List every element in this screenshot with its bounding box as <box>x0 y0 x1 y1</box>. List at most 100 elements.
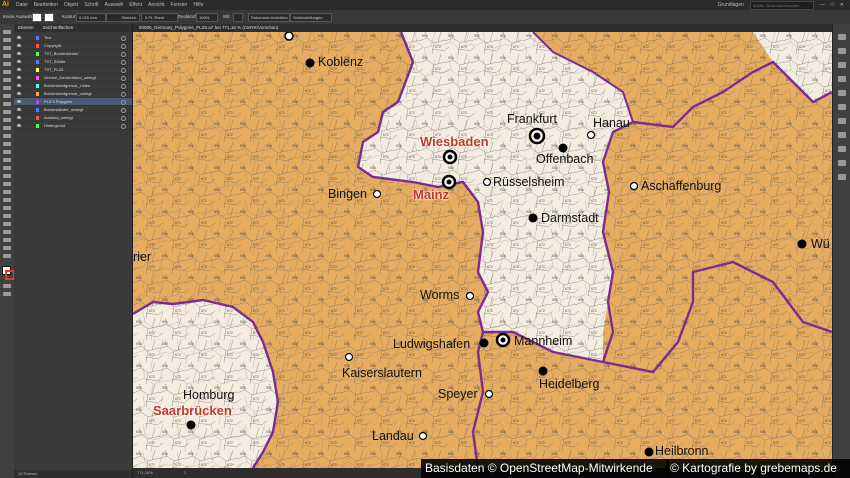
direct-selection-tool-icon[interactable] <box>3 38 11 42</box>
city-dot[interactable] <box>305 58 315 68</box>
layer-row[interactable]: Text <box>14 34 132 42</box>
gradient-tool-icon[interactable] <box>3 190 11 194</box>
symbol-sprayer-tool-icon[interactable] <box>3 214 11 218</box>
slice-tool-icon[interactable] <box>3 238 11 242</box>
target-circle-icon[interactable] <box>121 52 126 57</box>
lasso-tool-icon[interactable] <box>3 54 11 58</box>
stroke-profile-select[interactable]: Gleichm. <box>106 13 140 22</box>
visibility-eye-icon[interactable] <box>17 116 21 119</box>
stock-search-input[interactable]: Adobe Stock durchsuchen <box>749 1 814 10</box>
artboard-number[interactable]: 1 <box>154 470 186 475</box>
stroke-swatch[interactable] <box>44 13 54 22</box>
close-icon[interactable]: ✕ <box>840 0 844 10</box>
city-dot[interactable] <box>484 389 494 399</box>
layer-row[interactable]: Hintergrund <box>14 122 132 130</box>
transparency-panel-icon[interactable] <box>838 146 846 152</box>
appearance-panel-icon[interactable] <box>838 160 846 166</box>
visibility-eye-icon[interactable] <box>17 92 21 95</box>
visibility-eye-icon[interactable] <box>17 124 21 127</box>
draw-mode-icon[interactable] <box>3 284 11 288</box>
document-setup-button[interactable]: Dokument einrichten <box>248 13 290 22</box>
city-dot[interactable] <box>418 431 428 441</box>
menu-item-select[interactable]: Auswahl <box>105 0 124 10</box>
target-circle-icon[interactable] <box>121 76 126 81</box>
visibility-eye-icon[interactable] <box>17 76 21 79</box>
target-circle-icon[interactable] <box>121 108 126 113</box>
maximize-icon[interactable]: □ <box>831 0 834 10</box>
city-dot[interactable] <box>797 239 807 249</box>
layer-row[interactable]: Bundesländer_umlegt <box>14 106 132 114</box>
color-panel-icon[interactable] <box>838 62 846 68</box>
minimize-icon[interactable]: — <box>820 0 825 10</box>
layer-row[interactable]: Bundeslandgrenze_umlegt <box>14 90 132 98</box>
zoom-level[interactable]: 771,16% <box>133 470 153 475</box>
city-dot[interactable] <box>479 338 489 348</box>
visibility-eye-icon[interactable] <box>17 52 21 55</box>
scale-tool-icon[interactable] <box>3 142 11 146</box>
rotate-tool-icon[interactable] <box>3 134 11 138</box>
city-dot[interactable] <box>344 352 354 362</box>
menu-item-view[interactable]: Ansicht <box>148 0 164 10</box>
menu-item-help[interactable]: Hilfe <box>193 0 203 10</box>
menu-item-effect[interactable]: Effekt <box>129 0 142 10</box>
brushes-panel-icon[interactable] <box>838 90 846 96</box>
preferences-button[interactable]: Voreinstellungen <box>290 13 332 22</box>
gradient-panel-icon[interactable] <box>838 132 846 138</box>
menu-item-window[interactable]: Fenster <box>171 0 188 10</box>
city-dot[interactable] <box>465 291 475 301</box>
layer-row[interactable]: Grenze_Deutschland_umlegt <box>14 74 132 82</box>
shaper-tool-icon[interactable] <box>3 110 11 114</box>
visibility-eye-icon[interactable] <box>17 100 21 103</box>
city-dot[interactable] <box>284 32 294 41</box>
type-tool-icon[interactable] <box>3 78 11 82</box>
menu-item-object[interactable]: Objekt <box>64 0 78 10</box>
eyedropper-tool-icon[interactable] <box>3 198 11 202</box>
eraser-tool-icon[interactable] <box>3 126 11 130</box>
menu-item-file[interactable]: Datei <box>16 0 28 10</box>
artboard-tool-icon[interactable] <box>3 230 11 234</box>
mesh-tool-icon[interactable] <box>3 182 11 186</box>
layer-row[interactable]: TXT_Städte <box>14 58 132 66</box>
visibility-eye-icon[interactable] <box>17 108 21 111</box>
city-dot[interactable] <box>586 130 596 140</box>
target-circle-icon[interactable] <box>121 100 126 105</box>
magic-wand-tool-icon[interactable] <box>3 46 11 50</box>
visibility-eye-icon[interactable] <box>17 44 21 47</box>
city-dot[interactable] <box>644 447 654 457</box>
perspective-grid-tool-icon[interactable] <box>3 174 11 178</box>
shape-builder-tool-icon[interactable] <box>3 166 11 170</box>
target-circle-icon[interactable] <box>121 68 126 73</box>
city-dot[interactable] <box>372 189 382 199</box>
tab-artboards[interactable]: Zeichenflächen <box>39 25 78 30</box>
opacity-input[interactable]: 100% <box>196 13 218 22</box>
target-circle-icon[interactable] <box>121 36 126 41</box>
visibility-eye-icon[interactable] <box>17 60 21 63</box>
screen-mode-icon[interactable] <box>3 292 11 296</box>
document-tab[interactable]: 50000_Germany_Polygone_PLZ5.ai* bei 771,… <box>133 24 832 32</box>
free-transform-tool-icon[interactable] <box>3 158 11 162</box>
city-dot[interactable] <box>629 181 639 191</box>
artboard-canvas[interactable]: 556 672 <box>133 32 832 468</box>
city-dot[interactable] <box>482 177 492 187</box>
properties-panel-icon[interactable] <box>838 34 846 40</box>
swatches-panel-icon[interactable] <box>838 76 846 82</box>
line-tool-icon[interactable] <box>3 86 11 90</box>
brush-select[interactable]: 5 Pt. Rund <box>141 13 178 22</box>
pencil-tool-icon[interactable] <box>3 118 11 122</box>
layer-row[interactable]: TXT_Bundesländer <box>14 50 132 58</box>
visibility-eye-icon[interactable] <box>17 68 21 71</box>
fill-swatch[interactable] <box>32 13 42 22</box>
width-tool-icon[interactable] <box>3 150 11 154</box>
column-graph-tool-icon[interactable] <box>3 222 11 226</box>
hand-tool-icon[interactable] <box>3 246 11 250</box>
target-circle-icon[interactable] <box>121 92 126 97</box>
menu-item-type[interactable]: Schrift <box>84 0 98 10</box>
libraries-panel-icon[interactable] <box>838 48 846 54</box>
target-circle-icon[interactable] <box>121 116 126 121</box>
pen-tool-icon[interactable] <box>3 62 11 66</box>
target-circle-icon[interactable] <box>121 84 126 89</box>
target-circle-icon[interactable] <box>121 44 126 49</box>
stroke-weight-input[interactable]: 0,025 mm <box>76 13 106 22</box>
target-circle-icon[interactable] <box>121 60 126 65</box>
layer-row[interactable]: TXT_PLZ5 <box>14 66 132 74</box>
